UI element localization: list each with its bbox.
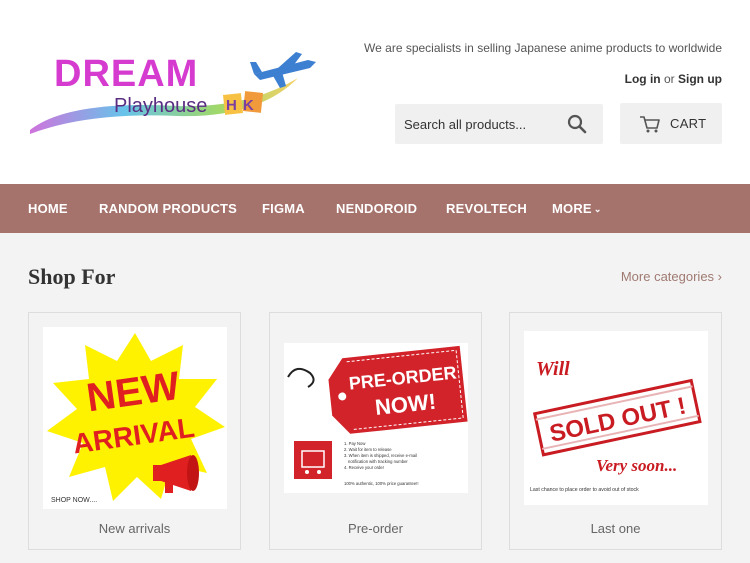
account-links: Log in or Sign up xyxy=(625,72,722,86)
site-logo[interactable]: DREAM Playhouse HK xyxy=(28,48,318,140)
guarantee-text: 100% authentic, 100% price guarantee!! xyxy=(344,481,419,486)
cart-label: CART xyxy=(670,116,707,131)
nav-item-more-label: MORE xyxy=(552,201,592,216)
last-chance-text: Last chance to place order to avoid out … xyxy=(530,487,639,493)
card-label-new-arrivals: New arrivals xyxy=(98,521,171,536)
main-nav: HOME RANDOM PRODUCTS FIGMA NENDOROID REV… xyxy=(0,184,750,233)
card-label-pre-order: Pre-order xyxy=(348,521,403,536)
login-link[interactable]: Log in xyxy=(625,72,661,86)
nav-item-home[interactable]: HOME xyxy=(28,201,68,216)
signup-link[interactable]: Sign up xyxy=(678,72,722,86)
step-line: 4. Receive your order xyxy=(344,465,385,470)
calendar-cart-icon xyxy=(294,441,332,479)
site-header: DREAM Playhouse HK We are specialists in… xyxy=(0,0,750,184)
category-card-new-arrivals[interactable]: NEW ARRIVAL SHOP NOW.... New arrivals xyxy=(28,312,241,550)
airplane-icon xyxy=(250,52,316,88)
step-line: 3. When item is shipped, receive e-mail xyxy=(344,453,417,458)
nav-item-revoltech[interactable]: REVOLTECH xyxy=(446,201,527,216)
svg-text:HK: HK xyxy=(226,97,260,114)
nav-item-figma[interactable]: FIGMA xyxy=(262,201,305,216)
section-title: Shop For xyxy=(28,264,116,289)
search-box xyxy=(395,104,603,144)
pre-order-image: PRE-ORDER NOW! 1. Pay Now 2. Wait for it… xyxy=(284,343,468,493)
svg-text:Playhouse: Playhouse xyxy=(114,95,207,117)
new-arrival-image: NEW ARRIVAL SHOP NOW.... xyxy=(43,327,227,509)
more-categories-link[interactable]: More categories › xyxy=(621,269,722,284)
category-card-pre-order[interactable]: PRE-ORDER NOW! 1. Pay Now 2. Wait for it… xyxy=(269,312,482,550)
nav-item-more[interactable]: MORE ⌄ xyxy=(552,201,602,216)
svg-text:DREAM: DREAM xyxy=(54,53,198,95)
chevron-down-icon: ⌄ xyxy=(593,204,602,214)
very-soon-text: Very soon... xyxy=(596,456,677,475)
search-icon[interactable] xyxy=(567,114,587,134)
step-line: 2. Wait for item to release xyxy=(344,447,392,452)
step-line: 1. Pay Now xyxy=(344,441,366,446)
account-or-text: or xyxy=(663,72,675,86)
cart-button[interactable]: CART xyxy=(620,103,722,144)
site-tagline: We are specialists in selling Japanese a… xyxy=(364,41,722,55)
cart-icon xyxy=(640,116,660,133)
nav-item-nendoroid[interactable]: NENDOROID xyxy=(336,201,417,216)
shop-now-text: SHOP NOW.... xyxy=(51,497,97,504)
category-card-last-one[interactable]: Will SOLD OUT ! Very soon... Last chance… xyxy=(509,312,722,550)
card-label-last-one: Last one xyxy=(590,521,641,536)
search-input[interactable] xyxy=(395,104,565,144)
step-line: notification with tracking number xyxy=(348,459,408,464)
will-text: Will xyxy=(536,358,570,380)
nav-item-random-products[interactable]: RANDOM PRODUCTS xyxy=(99,201,237,216)
sold-out-image: Will SOLD OUT ! Very soon... Last chance… xyxy=(524,331,708,505)
